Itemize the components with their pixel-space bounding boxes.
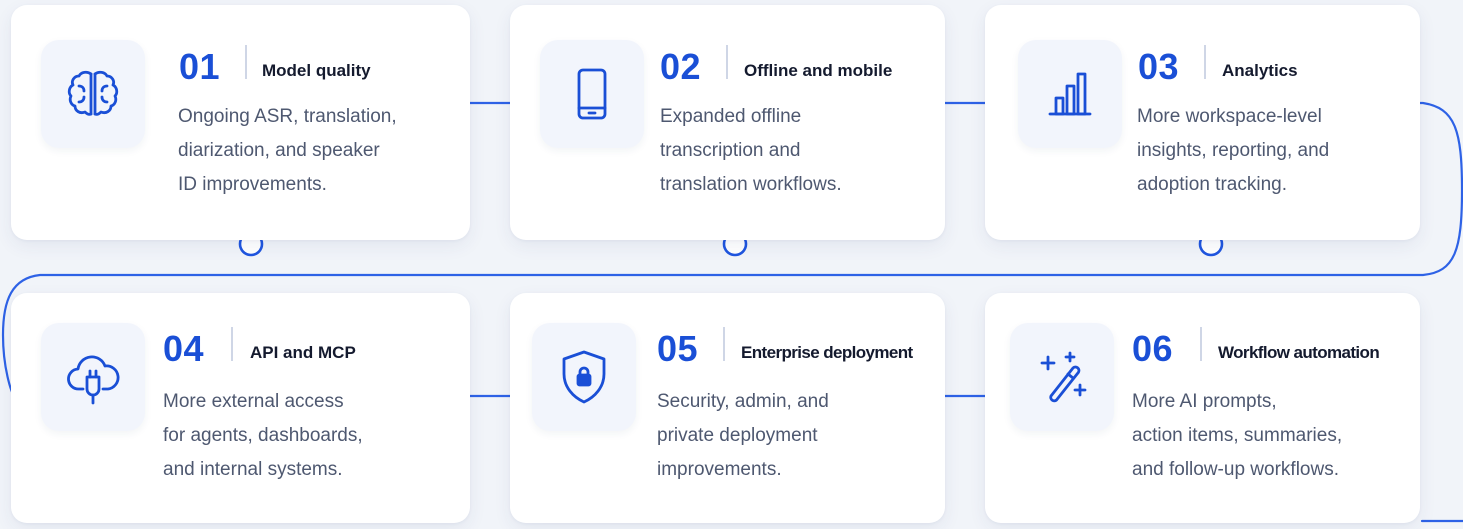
cloud-plug-icon [41, 323, 145, 431]
step-number: 04 [163, 328, 205, 369]
divider [723, 327, 725, 361]
step-title: Offline and mobile [744, 61, 893, 80]
step-description: More workspace-level insights, reporting… [1137, 106, 1330, 195]
step-number: 03 [1138, 46, 1180, 87]
roadmap-card-enterprise-deployment: 05 Enterprise deployment Security, admin… [510, 293, 945, 523]
step-title: Enterprise deployment [741, 343, 913, 362]
divider [231, 327, 233, 361]
step-number: 01 [179, 46, 221, 87]
step-description: Expanded offline transcription and trans… [660, 106, 842, 195]
roadmap-card-analytics: 03 Analytics More workspace-level insigh… [985, 5, 1420, 240]
divider [726, 45, 728, 79]
step-number: 06 [1132, 328, 1174, 369]
brain-icon [41, 40, 145, 148]
shield-lock-icon [532, 323, 636, 431]
step-number: 05 [657, 328, 699, 369]
step-number: 02 [660, 46, 702, 87]
roadmap-card-api-mcp: 04 API and MCP More external access for … [11, 293, 470, 523]
divider [1200, 327, 1202, 361]
magic-wand-icon [1010, 323, 1114, 431]
step-description: More AI prompts, action items, summaries… [1132, 391, 1343, 480]
step-title: Analytics [1222, 61, 1298, 80]
roadmap-card-offline-mobile: 02 Offline and mobile Expanded offline t… [510, 5, 945, 240]
smartphone-icon [540, 40, 644, 148]
step-description: Security, admin, and private deployment … [657, 391, 829, 480]
step-description: More external access for agents, dashboa… [163, 391, 363, 480]
step-title: Workflow automation [1218, 343, 1380, 362]
step-description: Ongoing ASR, translation, diarization, a… [178, 106, 397, 195]
step-title: Model quality [262, 61, 371, 80]
roadmap-card-model-quality: 01 Model quality Ongoing ASR, translatio… [11, 5, 470, 240]
divider [1204, 45, 1206, 79]
roadmap-card-workflow-automation: 06 Workflow automation More AI prompts, … [985, 293, 1420, 523]
divider [245, 45, 247, 79]
bar-chart-icon [1018, 40, 1122, 148]
step-title: API and MCP [250, 343, 356, 362]
